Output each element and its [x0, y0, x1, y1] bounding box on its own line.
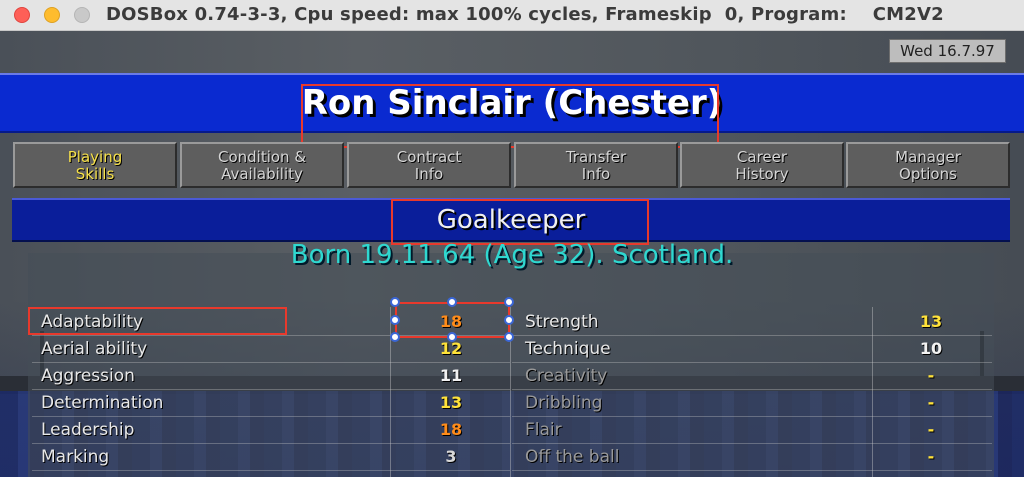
attribute-value: 13: [919, 312, 943, 331]
resize-handle[interactable]: [447, 332, 457, 342]
tab-label: Manager: [895, 148, 961, 166]
attribute-name: Creativity: [525, 366, 608, 386]
attribute-name: Strength: [525, 312, 599, 332]
tab-label: Contract: [396, 148, 462, 166]
attribute-value: -: [927, 393, 935, 412]
attribute-name: Aerial ability: [41, 339, 148, 359]
position-highlight: [391, 199, 649, 245]
attribute-name: Aggression: [41, 366, 135, 386]
player-name-highlight: [301, 84, 719, 148]
tab-contract-info[interactable]: Contract Info: [347, 142, 511, 188]
tab-career-history[interactable]: Career History: [680, 142, 844, 188]
attribute-value: 18: [439, 420, 463, 439]
resize-handle[interactable]: [390, 315, 400, 325]
tab-label: History: [735, 165, 789, 183]
attribute-value: 10: [919, 339, 943, 358]
attribute-value: 13: [439, 393, 463, 412]
resize-handle[interactable]: [504, 332, 514, 342]
minimize-window-button[interactable]: [44, 7, 60, 23]
tab-label: Info: [581, 165, 611, 183]
tab-label: Info: [414, 165, 444, 183]
resize-handle[interactable]: [447, 297, 457, 307]
tab-label: Condition &: [217, 148, 307, 166]
tab-label: Playing: [67, 148, 123, 166]
attribute-name: Dribbling: [525, 393, 603, 413]
zoom-window-button[interactable]: [74, 7, 90, 23]
attribute-value: 11: [439, 366, 463, 385]
tab-condition-availability[interactable]: Condition & Availability: [180, 142, 344, 188]
tab-label: Career: [736, 148, 788, 166]
tab-label: Options: [899, 165, 957, 183]
game-date: Wed 16.7.97: [889, 39, 1006, 63]
resize-handle[interactable]: [390, 332, 400, 342]
attribute-name: Leadership: [41, 420, 135, 440]
attribute-name: Marking: [41, 447, 110, 467]
resize-handle[interactable]: [504, 297, 514, 307]
attribute-name: Technique: [525, 339, 611, 359]
window-title: DOSBox 0.74-3-3, Cpu speed: max 100% cyc…: [106, 4, 944, 25]
tab-label: Availability: [221, 165, 303, 183]
tab-transfer-info[interactable]: Transfer Info: [514, 142, 678, 188]
adaptability-highlight: [28, 307, 287, 335]
tab-label: Skills: [75, 165, 115, 183]
tab-manager-options[interactable]: Manager Options: [846, 142, 1010, 188]
attribute-name: Flair: [525, 420, 562, 440]
birth-info: Born 19.11.64 (Age 32). Scotland.: [290, 240, 734, 270]
tab-label: Transfer: [565, 148, 627, 166]
attribute-value: -: [927, 447, 935, 466]
tab-playing-skills[interactable]: Playing Skills: [13, 142, 177, 188]
attribute-name: Off the ball: [525, 447, 620, 467]
resize-handle[interactable]: [504, 315, 514, 325]
resize-handle[interactable]: [390, 297, 400, 307]
attribute-name: Determination: [41, 393, 164, 413]
window-titlebar: DOSBox 0.74-3-3, Cpu speed: max 100% cyc…: [0, 0, 1024, 31]
attribute-value: -: [927, 420, 935, 439]
attribute-value: -: [927, 366, 935, 385]
attribute-value: 3: [445, 447, 457, 466]
close-window-button[interactable]: [14, 7, 30, 23]
